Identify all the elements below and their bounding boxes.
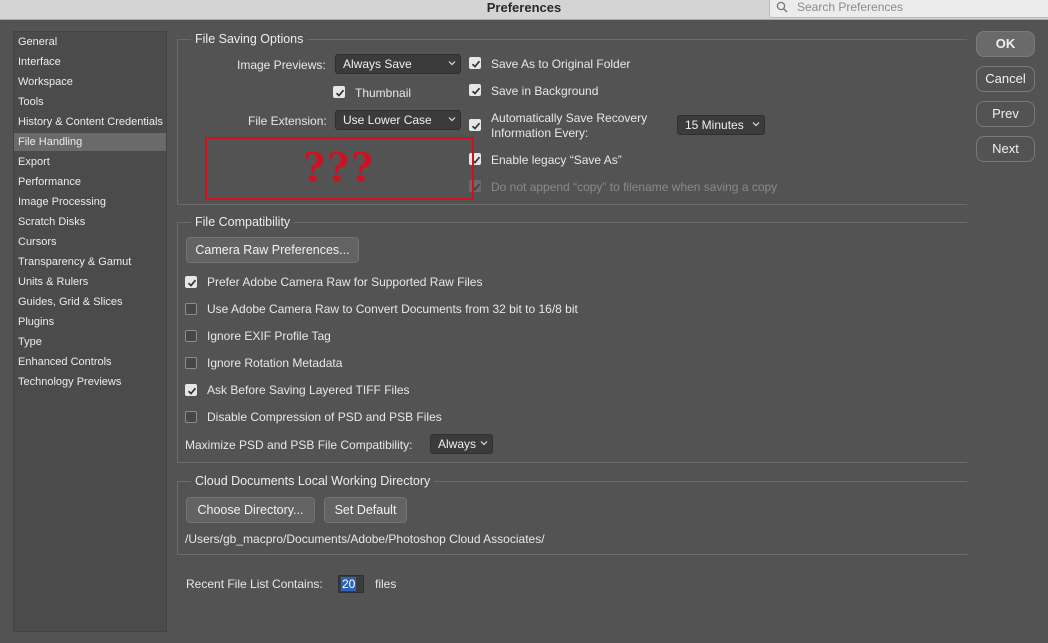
sidebar-item-guides[interactable]: Guides, Grid & Slices	[14, 293, 166, 311]
auto-recovery-label-line2: Information Every:	[491, 126, 589, 140]
camera-raw-preferences-button[interactable]: Camera Raw Preferences...	[186, 237, 359, 263]
image-previews-label: Image Previews:	[237, 58, 326, 72]
save-original-folder-checkbox[interactable]	[469, 57, 481, 69]
checkmark-icon	[335, 89, 345, 97]
file-extension-label: File Extension:	[248, 114, 327, 128]
redaction-box: ???	[205, 137, 474, 200]
save-background-checkbox[interactable]	[469, 84, 481, 96]
sidebar-item-technology-previews[interactable]: Technology Previews	[14, 373, 166, 391]
file-saving-title: File Saving Options	[191, 31, 308, 47]
chevron-down-icon	[480, 441, 488, 446]
file-compat-title: File Compatibility	[191, 214, 295, 230]
search-icon	[776, 1, 788, 13]
question-marks: ???	[303, 142, 376, 191]
maximize-compat-value: Always	[438, 437, 477, 451]
save-background-label: Save in Background	[491, 84, 599, 98]
ok-button[interactable]: OK	[976, 31, 1035, 57]
search-field[interactable]: Search Preferences	[769, 0, 1048, 18]
compat-option-label: Ignore EXIF Profile Tag	[207, 329, 331, 343]
checkmark-icon	[471, 60, 481, 68]
set-default-button[interactable]: Set Default	[324, 497, 407, 523]
no-copy-label: Do not append “copy” to filename when sa…	[491, 180, 778, 194]
save-original-folder-label: Save As to Original Folder	[491, 57, 631, 71]
recent-files-label: Recent File List Contains:	[186, 577, 323, 591]
chevron-down-icon	[448, 61, 456, 66]
sidebar-item-workspace[interactable]: Workspace	[14, 73, 166, 91]
next-button[interactable]: Next	[976, 136, 1035, 162]
thumbnail-label: Thumbnail	[355, 86, 412, 100]
maximize-compat-label: Maximize PSD and PSB File Compatibility:	[185, 438, 413, 452]
checkmark-icon	[471, 122, 481, 130]
cloud-directory-path: /Users/gb_macpro/Documents/Adobe/Photosh…	[185, 532, 545, 546]
recent-files-value: 20	[341, 577, 357, 591]
sidebar-item-interface[interactable]: Interface	[14, 53, 166, 71]
checkmark-icon	[471, 87, 481, 95]
file-extension-value: Use Lower Case	[343, 113, 432, 127]
recent-files-input[interactable]: 20	[338, 575, 364, 593]
sidebar-item-scratch-disks[interactable]: Scratch Disks	[14, 213, 166, 231]
choose-directory-button[interactable]: Choose Directory...	[186, 497, 315, 523]
compat-option-checkbox[interactable]	[185, 303, 197, 315]
sidebar-item-file-handling[interactable]: File Handling	[14, 133, 166, 151]
image-previews-value: Always Save	[343, 57, 412, 71]
sidebar-item-export[interactable]: Export	[14, 153, 166, 171]
compat-option-checkbox[interactable]	[185, 357, 197, 369]
checkmark-icon	[187, 279, 197, 287]
title-bar: Preferences Search Preferences	[0, 0, 1048, 20]
compat-option-checkbox[interactable]	[185, 384, 197, 396]
sidebar-item-tools[interactable]: Tools	[14, 93, 166, 111]
compat-option-checkbox[interactable]	[185, 411, 197, 423]
chevron-down-icon	[448, 117, 456, 122]
recovery-interval-select[interactable]: 15 Minutes	[677, 115, 765, 135]
sidebar-item-enhanced-controls[interactable]: Enhanced Controls	[14, 353, 166, 371]
sidebar-item-history[interactable]: History & Content Credentials	[14, 113, 166, 131]
recent-files-suffix: files	[375, 577, 397, 591]
compat-option-label: Prefer Adobe Camera Raw for Supported Ra…	[207, 275, 483, 289]
compat-option-checkbox[interactable]	[185, 330, 197, 342]
image-previews-select[interactable]: Always Save	[335, 54, 461, 74]
sidebar-item-plugins[interactable]: Plugins	[14, 313, 166, 331]
sidebar-item-general[interactable]: General	[14, 33, 166, 51]
legacy-save-as-label: Enable legacy “Save As”	[491, 153, 622, 167]
compat-option-label: Ask Before Saving Layered TIFF Files	[207, 383, 410, 397]
sidebar-item-units-rulers[interactable]: Units & Rulers	[14, 273, 166, 291]
auto-recovery-label-line1: Automatically Save Recovery	[491, 111, 648, 125]
compat-option-label: Disable Compression of PSD and PSB Files	[207, 410, 442, 424]
sidebar-item-type[interactable]: Type	[14, 333, 166, 351]
thumbnail-checkbox[interactable]	[333, 86, 345, 98]
file-extension-select[interactable]: Use Lower Case	[335, 110, 461, 130]
auto-recovery-checkbox[interactable]	[469, 119, 481, 131]
prev-button[interactable]: Prev	[976, 101, 1035, 127]
maximize-compat-select[interactable]: Always	[430, 434, 493, 454]
sidebar-item-performance[interactable]: Performance	[14, 173, 166, 191]
sidebar: General Interface Workspace Tools Histor…	[13, 31, 167, 632]
search-input[interactable]: Search Preferences	[797, 0, 903, 15]
compat-option-checkbox[interactable]	[185, 276, 197, 288]
cloud-title: Cloud Documents Local Working Directory	[191, 473, 435, 489]
compat-option-label: Ignore Rotation Metadata	[207, 356, 343, 370]
sidebar-item-transparency[interactable]: Transparency & Gamut	[14, 253, 166, 271]
compat-option-label: Use Adobe Camera Raw to Convert Document…	[207, 302, 578, 316]
sidebar-item-image-processing[interactable]: Image Processing	[14, 193, 166, 211]
sidebar-item-cursors[interactable]: Cursors	[14, 233, 166, 251]
chevron-down-icon	[752, 122, 760, 127]
recovery-interval-value: 15 Minutes	[685, 118, 744, 132]
cancel-button[interactable]: Cancel	[976, 66, 1035, 92]
checkmark-icon	[187, 387, 197, 395]
